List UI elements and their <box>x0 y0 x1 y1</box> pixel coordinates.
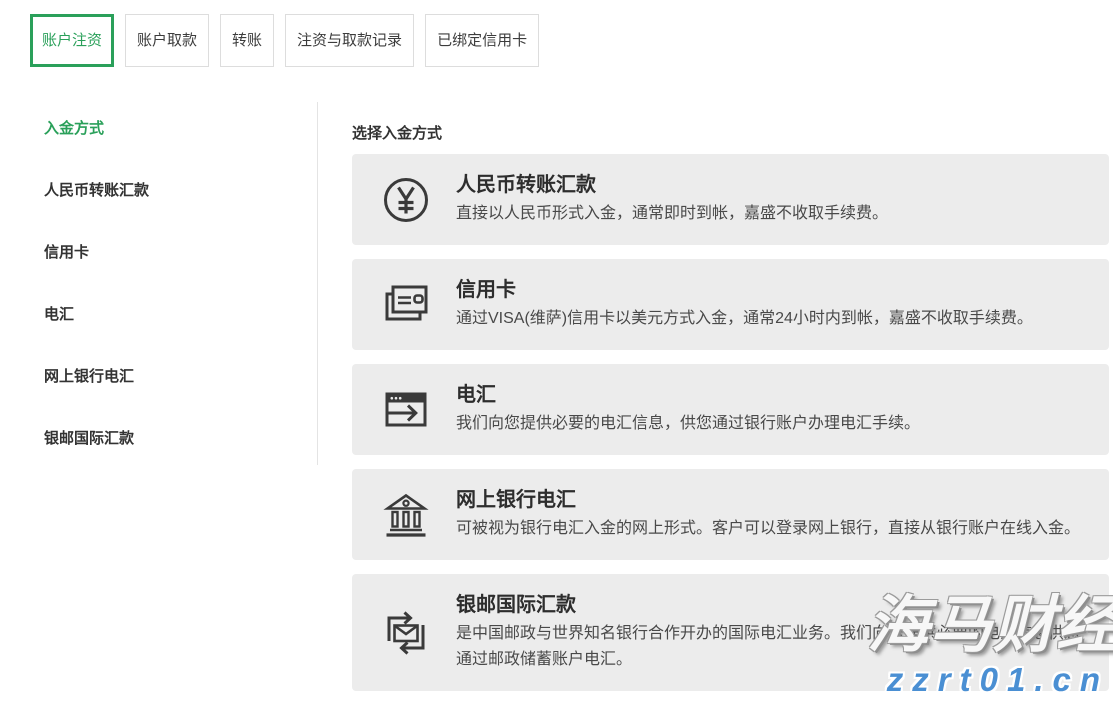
method-description: 可被视为银行电汇入金的网上形式。客户可以登录网上银行，直接从银行账户在线入金。 <box>456 516 1089 542</box>
postal-mail-icon <box>380 607 432 659</box>
main-content: 选择入金方式 人民币转账汇款 直接以人民币形式入金，通常即时到帐，嘉盛不收取手续… <box>352 120 1109 705</box>
method-card-wire-transfer[interactable]: 电汇 我们向您提供必要的电汇信息，供您通过银行账户办理电汇手续。 <box>352 364 1109 455</box>
top-tab-bar: 账户注资 账户取款 转账 注资与取款记录 已绑定信用卡 <box>30 14 539 67</box>
sidebar-item-credit-card[interactable]: 信用卡 <box>30 220 310 282</box>
sidebar-item-rmb-transfer[interactable]: 人民币转账汇款 <box>30 158 310 220</box>
sidebar: 入金方式 人民币转账汇款 信用卡 电汇 网上银行电汇 银邮国际汇款 <box>30 96 310 468</box>
wire-transfer-icon <box>380 384 432 436</box>
method-description: 通过VISA(维萨)信用卡以美元方式入金，通常24小时内到帐，嘉盛不收取手续费。 <box>456 306 1089 332</box>
method-description: 我们向您提供必要的电汇信息，供您通过银行账户办理电汇手续。 <box>456 411 1089 437</box>
tab-account-deposit[interactable]: 账户注资 <box>30 14 114 67</box>
method-description: 是中国邮政与世界知名银行合作开办的国际电汇业务。我们向您提供必要的电汇信息供您通… <box>456 621 1089 673</box>
sidebar-item-deposit-methods[interactable]: 入金方式 <box>30 96 310 158</box>
online-bank-icon <box>380 489 432 541</box>
method-title: 人民币转账汇款 <box>456 172 1089 198</box>
tab-account-withdraw[interactable]: 账户取款 <box>125 14 209 67</box>
method-title: 网上银行电汇 <box>456 487 1089 513</box>
method-card-online-bank-wire[interactable]: 网上银行电汇 可被视为银行电汇入金的网上形式。客户可以登录网上银行，直接从银行账… <box>352 469 1109 560</box>
method-title: 银邮国际汇款 <box>456 592 1089 618</box>
method-card-text: 网上银行电汇 可被视为银行电汇入金的网上形式。客户可以登录网上银行，直接从银行账… <box>456 487 1089 542</box>
method-card-text: 信用卡 通过VISA(维萨)信用卡以美元方式入金，通常24小时内到帐，嘉盛不收取… <box>456 277 1089 332</box>
page-title: 选择入金方式 <box>352 120 1109 148</box>
method-card-rmb-transfer[interactable]: 人民币转账汇款 直接以人民币形式入金，通常即时到帐，嘉盛不收取手续费。 <box>352 154 1109 245</box>
credit-card-icon <box>380 279 432 331</box>
method-description: 直接以人民币形式入金，通常即时到帐，嘉盛不收取手续费。 <box>456 201 1089 227</box>
method-card-text: 人民币转账汇款 直接以人民币形式入金，通常即时到帐，嘉盛不收取手续费。 <box>456 172 1089 227</box>
method-card-postal-remittance[interactable]: 银邮国际汇款 是中国邮政与世界知名银行合作开办的国际电汇业务。我们向您提供必要的… <box>352 574 1109 691</box>
sidebar-item-postal-remittance[interactable]: 银邮国际汇款 <box>30 406 310 468</box>
tab-linked-credit-cards[interactable]: 已绑定信用卡 <box>425 14 539 67</box>
tab-transfer[interactable]: 转账 <box>220 14 274 67</box>
sidebar-item-online-bank-wire[interactable]: 网上银行电汇 <box>30 344 310 406</box>
method-title: 电汇 <box>456 382 1089 408</box>
method-card-text: 电汇 我们向您提供必要的电汇信息，供您通过银行账户办理电汇手续。 <box>456 382 1089 437</box>
method-card-credit-card[interactable]: 信用卡 通过VISA(维萨)信用卡以美元方式入金，通常24小时内到帐，嘉盛不收取… <box>352 259 1109 350</box>
tab-deposit-withdraw-history[interactable]: 注资与取款记录 <box>285 14 414 67</box>
sidebar-divider <box>317 102 318 465</box>
yuan-circle-icon <box>380 174 432 226</box>
method-title: 信用卡 <box>456 277 1089 303</box>
method-card-text: 银邮国际汇款 是中国邮政与世界知名银行合作开办的国际电汇业务。我们向您提供必要的… <box>456 592 1089 673</box>
sidebar-item-wire-transfer[interactable]: 电汇 <box>30 282 310 344</box>
